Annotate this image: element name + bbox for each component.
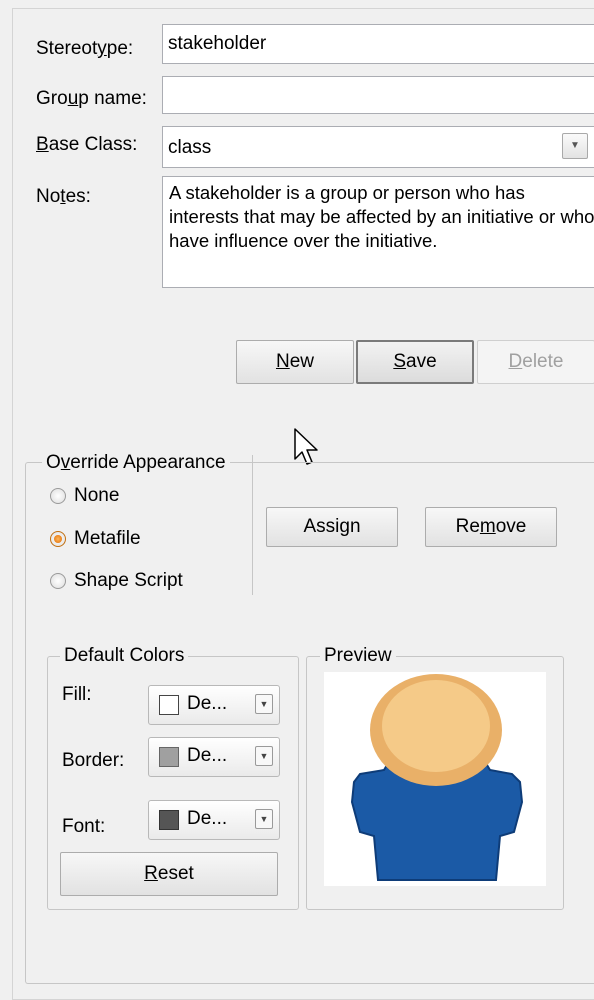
font-label: Font: <box>62 816 106 837</box>
border-swatch <box>159 747 179 767</box>
metafile-radio[interactable] <box>50 531 66 547</box>
preview-title: Preview <box>320 645 396 667</box>
base-class-select[interactable]: class <box>162 126 594 168</box>
fill-label: Fill: <box>62 684 92 705</box>
font-swatch <box>159 810 179 830</box>
border-color-button[interactable]: De... ▼ <box>148 737 280 777</box>
metafile-label: Metafile <box>74 528 141 549</box>
override-divider <box>252 455 253 595</box>
group-name-input[interactable] <box>162 76 594 114</box>
none-radio[interactable] <box>50 488 66 504</box>
save-button[interactable]: Save <box>356 340 474 384</box>
border-value: De... <box>187 745 228 766</box>
remove-button[interactable]: Remove <box>425 507 557 547</box>
shape-script-radio[interactable] <box>50 573 66 589</box>
notes-label: Notes: <box>36 186 91 207</box>
notes-textarea[interactable]: A stakeholder is a group or person who h… <box>162 176 594 288</box>
border-dropdown-icon[interactable]: ▼ <box>255 746 273 766</box>
override-appearance-title: Override Appearance <box>42 452 230 474</box>
font-value: De... <box>187 808 228 829</box>
base-class-dropdown-button[interactable]: ▼ <box>562 133 588 159</box>
font-color-button[interactable]: De... ▼ <box>148 800 280 840</box>
stereotype-label: Stereotype: <box>36 38 134 59</box>
shape-script-label: Shape Script <box>74 570 183 591</box>
stakeholder-person-icon <box>350 674 524 881</box>
reset-button[interactable]: Reset <box>60 852 278 896</box>
border-label: Border: <box>62 750 125 771</box>
new-button[interactable]: New <box>236 340 354 384</box>
fill-dropdown-icon[interactable]: ▼ <box>255 694 273 714</box>
fill-value: De... <box>187 693 228 714</box>
none-label: None <box>74 485 120 506</box>
preview-image <box>324 672 546 886</box>
fill-color-button[interactable]: De... ▼ <box>148 685 280 725</box>
stereotype-input[interactable]: stakeholder <box>162 24 594 64</box>
fill-swatch <box>159 695 179 715</box>
delete-button[interactable]: Delete <box>477 340 594 384</box>
base-class-value: class <box>168 137 212 158</box>
assign-button[interactable]: Assign <box>266 507 398 547</box>
default-colors-title: Default Colors <box>60 645 189 667</box>
base-class-label: Base Class: <box>36 134 138 155</box>
font-dropdown-icon[interactable]: ▼ <box>255 809 273 829</box>
group-name-label: Group name: <box>36 88 147 109</box>
